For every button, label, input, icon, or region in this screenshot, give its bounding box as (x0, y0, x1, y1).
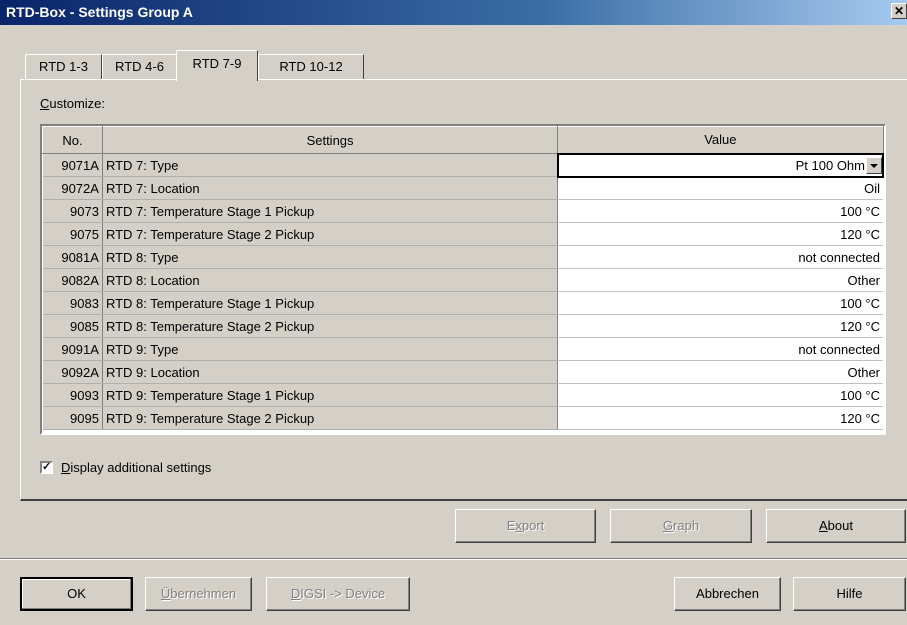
row-number: 9093 (42, 383, 103, 407)
column-header-settings[interactable]: Settings (101, 126, 559, 154)
tab-label: RTD 7-9 (192, 56, 242, 71)
settings-grid[interactable]: No. Settings Value 9071A RTD 7: Type Pt … (40, 124, 886, 435)
table-row[interactable]: 9085 RTD 8: Temperature Stage 2 Pickup 1… (42, 314, 883, 338)
table-row[interactable]: 9075 RTD 7: Temperature Stage 2 Pickup 1… (42, 222, 883, 246)
checkbox-label-mnemonic: D (61, 460, 71, 475)
header-row: No. Settings Value (42, 126, 884, 154)
row-number: 9095 (42, 406, 103, 430)
table-row[interactable]: 9095 RTD 9: Temperature Stage 2 Pickup 1… (42, 406, 883, 430)
row-setting: RTD 8: Temperature Stage 2 Pickup (102, 314, 559, 338)
row-setting: RTD 8: Temperature Stage 1 Pickup (102, 291, 559, 315)
table-row[interactable]: 9073 RTD 7: Temperature Stage 1 Pickup 1… (42, 199, 883, 223)
table-row[interactable]: 9081A RTD 8: Type not connected (42, 245, 883, 269)
table-row[interactable]: 9092A RTD 9: Location Other (42, 360, 883, 384)
column-header-value[interactable]: Value (557, 126, 884, 154)
digsi-to-device-button[interactable]: DIGSI -> Device (266, 577, 410, 611)
dropdown-value: Pt 100 Ohm (795, 157, 865, 173)
tab-rtd-7-9[interactable]: RTD 7-9 (176, 50, 258, 81)
cancel-button[interactable]: Abbrechen (674, 577, 781, 611)
button-label-mnemonic: A (819, 518, 828, 533)
row-number: 9081A (42, 245, 103, 269)
row-setting: RTD 7: Temperature Stage 1 Pickup (102, 199, 559, 223)
row-setting: RTD 7: Location (102, 176, 559, 200)
export-button[interactable]: Export (455, 509, 596, 543)
button-label-part: bout (827, 518, 853, 533)
customize-label: Customize: (40, 96, 105, 111)
row-setting: RTD 8: Type (102, 245, 559, 269)
table-row[interactable]: 9093 RTD 9: Temperature Stage 1 Pickup 1… (42, 383, 883, 407)
row-value[interactable]: Other (557, 268, 883, 292)
row-number: 9071A (42, 153, 103, 177)
button-label: Abbrechen (696, 586, 759, 601)
dropdown-arrow-icon[interactable] (866, 156, 881, 174)
column-header-no[interactable]: No. (42, 126, 103, 154)
about-button[interactable]: About (766, 509, 906, 543)
tab-rtd-10-12[interactable]: RTD 10-12 (258, 54, 364, 79)
tab-label: RTD 10-12 (279, 59, 343, 74)
row-setting: RTD 9: Temperature Stage 1 Pickup (102, 383, 559, 407)
table-row[interactable]: 9071A RTD 7: Type Pt 100 Ohm (42, 152, 884, 178)
table-row[interactable]: 9072A RTD 7: Location Oil (42, 176, 883, 200)
tab-rtd-4-6[interactable]: RTD 4-6 (102, 54, 177, 79)
title-bar: RTD-Box - Settings Group A ✕ (0, 0, 907, 25)
row-number: 9092A (42, 360, 103, 384)
tab-label: RTD 1-3 (39, 59, 88, 74)
tab-rtd-1-3[interactable]: RTD 1-3 (25, 54, 102, 79)
button-label-part: raph (673, 518, 700, 533)
table-row[interactable]: 9091A RTD 9: Type not connected (42, 337, 883, 361)
button-label-part: IGSI -> Device (300, 586, 386, 601)
row-value[interactable]: not connected (557, 337, 883, 361)
customize-label-mnemonic: C (40, 96, 50, 111)
row-number: 9083 (42, 291, 103, 315)
table-row[interactable]: 9082A RTD 8: Location Other (42, 268, 883, 292)
row-value[interactable]: 120 °C (557, 314, 883, 338)
apply-button[interactable]: Übernehmen (145, 577, 252, 611)
row-number: 9073 (42, 199, 103, 223)
checkbox-label-text: isplay additional settings (70, 460, 212, 475)
separator (0, 558, 907, 560)
table-row[interactable]: 9083 RTD 8: Temperature Stage 1 Pickup 1… (42, 291, 883, 315)
row-setting: RTD 9: Location (102, 360, 559, 384)
row-setting: RTD 9: Temperature Stage 2 Pickup (102, 406, 559, 430)
close-button[interactable]: ✕ (891, 3, 907, 19)
button-label-part: port (521, 518, 545, 533)
row-number: 9091A (42, 337, 103, 361)
button-label-mnemonic: Ü (160, 586, 171, 601)
row-value[interactable]: 120 °C (557, 222, 883, 246)
button-label: OK (67, 586, 86, 601)
row-value[interactable]: 100 °C (557, 291, 883, 315)
window-title: RTD-Box - Settings Group A (6, 4, 193, 20)
row-setting: RTD 7: Type (102, 153, 559, 177)
customize-label-text: ustomize: (49, 96, 106, 111)
row-number: 9082A (42, 268, 103, 292)
row-number: 9085 (42, 314, 103, 338)
checkbox-checkmark-icon[interactable]: ✓ (40, 461, 53, 474)
row-setting: RTD 8: Location (102, 268, 559, 292)
button-label-mnemonic: D (290, 586, 301, 601)
row-setting: RTD 7: Temperature Stage 2 Pickup (102, 222, 559, 246)
help-button[interactable]: Hilfe (793, 577, 906, 611)
row-setting: RTD 9: Type (102, 337, 559, 361)
graph-button[interactable]: Graph (610, 509, 752, 543)
row-value[interactable]: 100 °C (557, 383, 883, 407)
ok-button[interactable]: OK (20, 577, 133, 611)
display-additional-settings-label: Display additional settings (61, 460, 211, 475)
row-number: 9075 (42, 222, 103, 246)
button-label-mnemonic: G (662, 518, 674, 533)
close-icon: ✕ (893, 4, 905, 18)
row-value[interactable]: 120 °C (557, 406, 883, 430)
row-value[interactable]: Other (557, 360, 883, 384)
row-number: 9072A (42, 176, 103, 200)
settings-table: No. Settings Value 9071A RTD 7: Type Pt … (42, 126, 884, 430)
row-value[interactable]: not connected (557, 245, 883, 269)
row-value[interactable]: 100 °C (557, 199, 883, 223)
button-label: Hilfe (836, 586, 863, 601)
tab-label: RTD 4-6 (115, 59, 164, 74)
row-value[interactable]: Oil (557, 176, 883, 200)
row-value-dropdown[interactable]: Pt 100 Ohm (556, 152, 884, 178)
button-label-part: bernehmen (170, 586, 237, 601)
display-additional-settings-checkbox[interactable]: ✓ Display additional settings (40, 460, 211, 475)
